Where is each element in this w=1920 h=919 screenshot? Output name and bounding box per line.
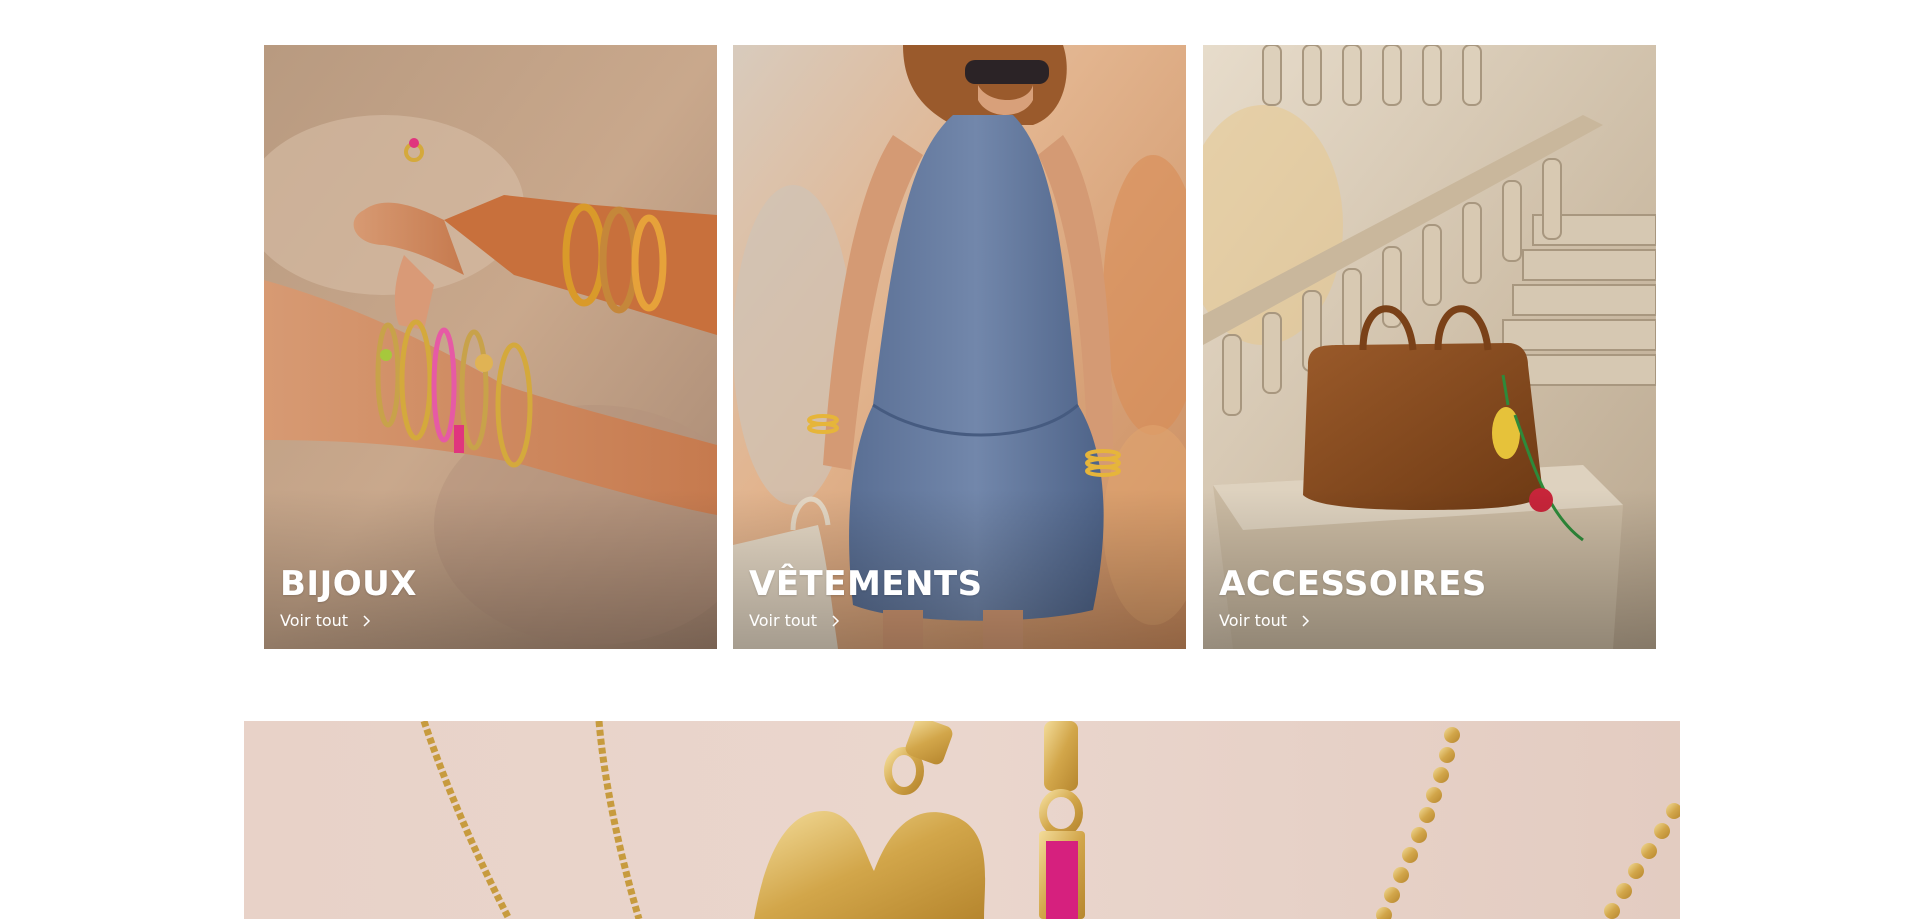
voir-tout-link[interactable]: Voir tout: [1219, 611, 1310, 630]
category-tile-accessoires[interactable]: ACCESSOIRES Voir tout: [1203, 45, 1656, 649]
category-title: BIJOUX: [280, 564, 417, 604]
voir-tout-label: Voir tout: [749, 611, 818, 630]
category-tile-bijoux[interactable]: BIJOUX Voir tout: [264, 45, 717, 649]
category-caption: VÊTEMENTS Voir tout: [749, 567, 983, 631]
chevron-right-icon: [363, 614, 371, 627]
chevron-right-icon: [832, 614, 840, 627]
category-title: ACCESSOIRES: [1219, 564, 1487, 604]
category-tiles: BIJOUX Voir tout VÊTEMENTS Voir tout ACC…: [264, 45, 1656, 649]
necklaces-photo: [244, 721, 1680, 919]
category-tile-vetements[interactable]: VÊTEMENTS Voir tout: [733, 45, 1186, 649]
voir-tout-link[interactable]: Voir tout: [280, 611, 371, 630]
category-caption: ACCESSOIRES Voir tout: [1219, 567, 1487, 631]
category-title: VÊTEMENTS: [749, 564, 983, 604]
voir-tout-link[interactable]: Voir tout: [749, 611, 840, 630]
voir-tout-label: Voir tout: [1219, 611, 1288, 630]
necklaces-banner[interactable]: [244, 721, 1680, 919]
category-caption: BIJOUX Voir tout: [280, 567, 417, 631]
chevron-right-icon: [1302, 614, 1310, 627]
voir-tout-label: Voir tout: [280, 611, 349, 630]
